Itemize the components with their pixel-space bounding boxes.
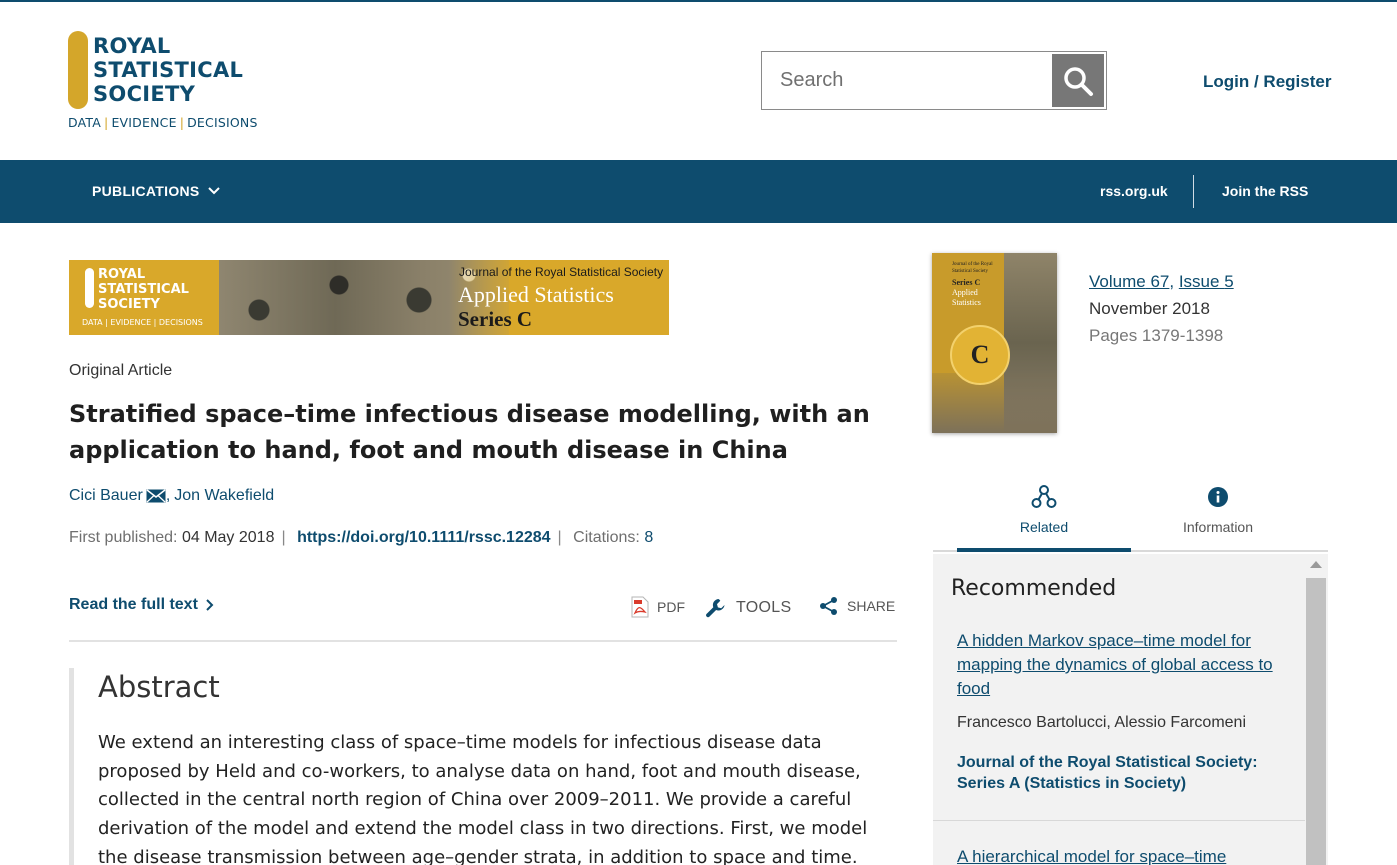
- banner-logo-line-1: ROYAL: [98, 267, 146, 282]
- issue-date: November 2018: [1089, 299, 1210, 318]
- cover-title-line-1: Applied: [952, 288, 978, 297]
- banner-journal-name: Journal of the Royal Statistical Society: [459, 265, 664, 279]
- share-label: SHARE: [847, 598, 896, 614]
- login-register-link[interactable]: Login / Register: [1203, 72, 1331, 92]
- abstract-heading: Abstract: [98, 670, 220, 704]
- banner-series: Series C: [458, 307, 533, 331]
- cover-title-line-2: Statistics: [952, 298, 981, 307]
- scroll-thumb[interactable]: [1306, 578, 1326, 865]
- logo-line-3: SOCIETY: [93, 82, 196, 106]
- info-icon: [1208, 487, 1228, 507]
- join-rss-link[interactable]: Join the RSS: [1222, 183, 1308, 199]
- recommended-article-journal[interactable]: Journal of the Royal Statistical Society…: [957, 752, 1277, 794]
- first-published-label: First published:: [69, 529, 178, 546]
- issue-pages: Pages 1379-1398: [1089, 326, 1224, 345]
- logo-tagline: DATA | EVIDENCE | DECISIONS: [68, 115, 258, 130]
- rss-org-link[interactable]: rss.org.uk: [1100, 183, 1168, 199]
- tab-related[interactable]: Related: [957, 478, 1131, 552]
- article-type: Original Article: [69, 362, 173, 379]
- recommended-article-authors: Francesco Bartolucci, Alessio Farcomeni: [957, 714, 1246, 731]
- sidebar-tabs: Related Information: [933, 478, 1328, 552]
- cover-journal: Journal of the Royal Statistical Society: [952, 262, 993, 274]
- recommended-article-link[interactable]: A hierarchical model for space–time: [957, 845, 1277, 865]
- author-link[interactable]: Jon Wakefield: [174, 487, 274, 505]
- article-title: Stratified space–time infectious disease…: [69, 400, 870, 464]
- banner-logo-bar: [85, 268, 94, 308]
- recommended-scrollbar[interactable]: [1305, 554, 1327, 865]
- chevron-right-icon: [206, 599, 214, 611]
- logo-tag-1: DATA: [68, 115, 102, 130]
- citations-count-link[interactable]: 8: [644, 529, 653, 546]
- search-icon: [1064, 66, 1093, 96]
- abstract-text: We extend an interesting class of space–…: [98, 732, 868, 865]
- recommended-article-link[interactable]: A hidden Markov space–time model for map…: [957, 629, 1277, 701]
- cover-badge: C: [950, 325, 1010, 385]
- publication-meta: First published: 04 May 2018 | https://do…: [69, 529, 654, 546]
- cover-text: Journal of the Royal Statistical Society…: [952, 261, 1002, 308]
- abstract-section: Abstract We extend an interesting class …: [69, 668, 897, 865]
- read-full-text-link[interactable]: Read the full text: [69, 596, 214, 614]
- issue-volume: Volume 67, Issue 5: [1089, 272, 1234, 291]
- read-full-text-label: Read the full text: [69, 596, 198, 613]
- author-link[interactable]: Cici Bauer: [69, 487, 143, 505]
- logo-line-2: STATISTICAL: [93, 58, 244, 82]
- rss-logo[interactable]: ROYAL STATISTICAL SOCIETY DATA | EVIDENCE |…: [68, 31, 268, 135]
- search-button[interactable]: [1052, 54, 1104, 107]
- related-icon: [1031, 485, 1057, 508]
- cover-photo-bottom: [932, 373, 1057, 433]
- logo-line-1: ROYAL: [93, 34, 171, 58]
- issue-label: Issue: [1178, 272, 1220, 291]
- banner-logo-line-2: STATISTICAL: [98, 282, 189, 297]
- tools-button[interactable]: TOOLS: [704, 596, 791, 620]
- chevron-down-icon: [207, 187, 220, 195]
- volume-link[interactable]: Volume 67: [1089, 272, 1169, 291]
- pdf-button[interactable]: PDF: [631, 596, 685, 618]
- tools-label: TOOLS: [736, 599, 792, 616]
- email-icon[interactable]: [146, 489, 166, 503]
- recommended-panel: Recommended A hidden Markov space–time m…: [933, 554, 1328, 865]
- site-header: ROYAL STATISTICAL SOCIETY DATA | EVIDENCE |…: [0, 2, 1397, 160]
- main-nav: PUBLICATIONS rss.org.uk Join the RSS: [0, 160, 1397, 223]
- nav-divider: [1193, 175, 1194, 208]
- search-box: [761, 51, 1107, 110]
- publications-menu[interactable]: PUBLICATIONS: [92, 183, 220, 199]
- journal-banner[interactable]: ROYAL STATISTICAL SOCIETY DATA | EVIDENC…: [69, 260, 669, 335]
- share-icon: [820, 597, 837, 615]
- tab-information[interactable]: Information: [1131, 478, 1305, 552]
- cover-series: Series C: [952, 278, 981, 287]
- author-list: Cici Bauer , Jon Wakefield: [69, 487, 275, 505]
- recommended-heading: Recommended: [951, 576, 1117, 601]
- logo-tag-3: DECISIONS: [187, 115, 258, 130]
- wrench-icon: [706, 599, 725, 618]
- first-published-date: 04 May 2018: [181, 529, 275, 546]
- volume-number: 67: [1150, 272, 1170, 291]
- banner-logo-line-3: SOCIETY: [98, 297, 160, 312]
- tab-related-label: Related: [1019, 519, 1069, 535]
- volume-label: Volume: [1089, 272, 1146, 291]
- issue-link[interactable]: Issue 5: [1179, 272, 1234, 291]
- logo-tag-2: EVIDENCE: [111, 115, 177, 130]
- citations-label: Citations:: [573, 529, 640, 546]
- pdf-icon: [631, 596, 649, 618]
- share-button[interactable]: SHARE: [819, 596, 895, 616]
- tab-information-label: Information: [1182, 519, 1254, 535]
- search-input[interactable]: [762, 52, 1052, 109]
- banner-title: Applied Statistics: [458, 282, 614, 307]
- logo-bar-icon: [68, 31, 88, 109]
- doi-link[interactable]: https://doi.org/10.1111/rssc.12284: [297, 529, 550, 546]
- issue-cover-image[interactable]: Journal of the Royal Statistical Society…: [932, 253, 1057, 433]
- issue-number: 5: [1224, 272, 1234, 291]
- pdf-label: PDF: [657, 599, 685, 615]
- banner-logo-tag: DATA | EVIDENCE | DECISIONS: [82, 318, 203, 327]
- publications-label: PUBLICATIONS: [92, 183, 200, 199]
- section-divider: [69, 640, 897, 642]
- recommended-divider: [933, 820, 1305, 821]
- scroll-up-arrow-icon[interactable]: [1310, 561, 1322, 568]
